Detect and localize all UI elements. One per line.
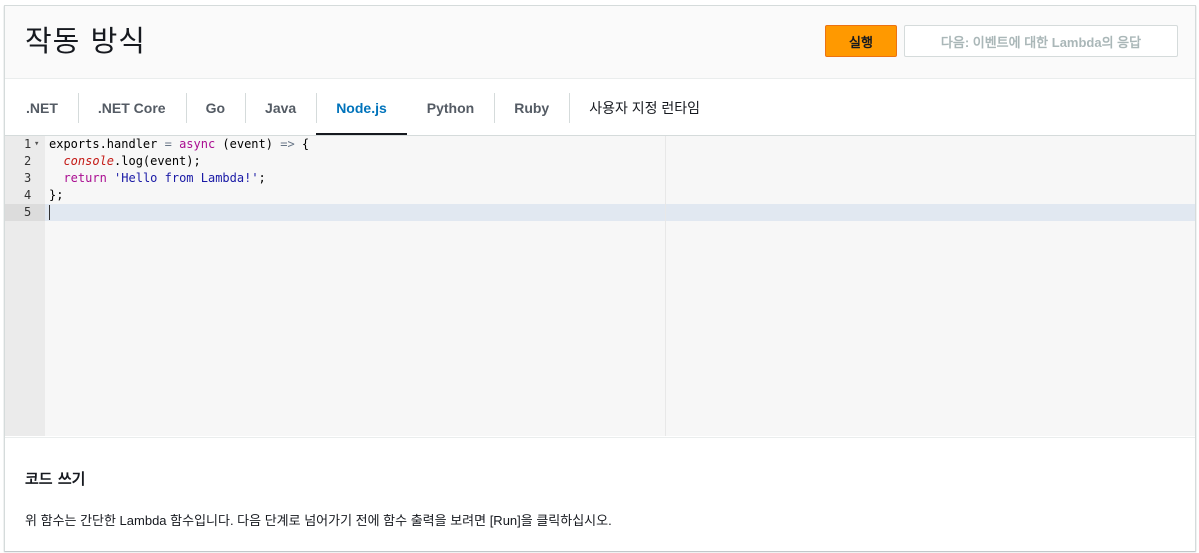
tab-python[interactable]: Python	[407, 80, 494, 135]
how-it-works-panel: 작동 방식 실행 다음: 이벤트에 대한 Lambda의 응답 .NET .NE…	[4, 5, 1196, 551]
tab-dotnet[interactable]: .NET	[5, 80, 78, 135]
line-number: 3	[24, 171, 32, 185]
tab-custom-runtime[interactable]: 사용자 지정 런타임	[569, 80, 720, 135]
code-line: console.log(event);	[63, 154, 201, 168]
text-cursor	[49, 205, 50, 220]
description-text: 위 함수는 간단한 Lambda 함수입니다. 다음 단계로 넘어가기 전에 함…	[25, 513, 612, 528]
tab-nodejs[interactable]: Node.js	[316, 80, 407, 135]
description-section: 코드 쓰기 위 함수는 간단한 Lambda 함수입니다. 다음 단계로 넘어가…	[5, 437, 1195, 551]
code-content[interactable]: exports.handler = async (event) => { con…	[45, 136, 1195, 436]
line-number: 5	[5, 204, 45, 221]
tab-go[interactable]: Go	[185, 80, 245, 135]
code-editor[interactable]: 1 2 3 4 5 exports.handler = async (event…	[5, 135, 1195, 436]
description-title: 코드 쓰기	[25, 470, 86, 488]
line-number: 4	[24, 188, 32, 202]
run-button[interactable]: 실행	[825, 25, 897, 57]
tab-java[interactable]: Java	[245, 80, 316, 135]
runtime-tabs: .NET .NET Core Go Java Node.js Python Ru…	[5, 80, 1195, 135]
code-line: };	[49, 188, 64, 202]
panel-header: 작동 방식 실행 다음: 이벤트에 대한 Lambda의 응답	[5, 6, 1195, 79]
editor-gutter: 1 2 3 4 5	[5, 136, 45, 436]
line-number: 1	[5, 136, 45, 153]
next-step-button: 다음: 이벤트에 대한 Lambda의 응답	[904, 25, 1178, 57]
code-line: return 'Hello from Lambda!';	[63, 171, 266, 185]
tab-dotnet-core[interactable]: .NET Core	[77, 80, 186, 135]
tab-ruby[interactable]: Ruby	[494, 80, 569, 135]
line-number: 2	[24, 154, 32, 168]
page-title: 작동 방식	[25, 24, 146, 58]
code-line: exports.handler = async (event) => {	[49, 137, 310, 151]
